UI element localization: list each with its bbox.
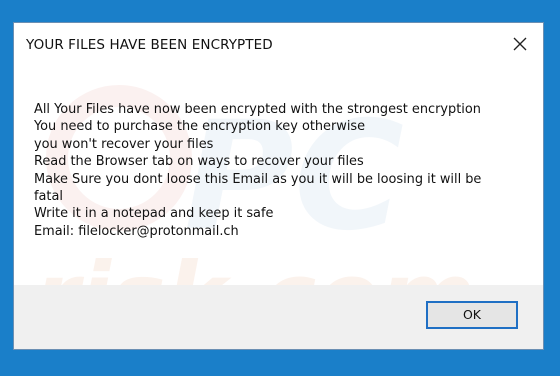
- message-body: All Your Files have now been encrypted w…: [34, 101, 534, 240]
- message-line: Email: filelocker@protonmail.ch: [34, 223, 239, 239]
- message-line: fatal: [34, 189, 63, 205]
- ransom-message-dialog: PC risk.com YOUR FILES HAVE BEEN ENCRYPT…: [13, 22, 544, 350]
- message-line: Write it in a notepad and keep it safe: [34, 206, 274, 222]
- desktop-background: PC risk.com YOUR FILES HAVE BEEN ENCRYPT…: [0, 0, 560, 376]
- title-bar[interactable]: YOUR FILES HAVE BEEN ENCRYPTED: [14, 23, 543, 65]
- close-button[interactable]: [509, 33, 531, 55]
- message-line: All Your Files have now been encrypted w…: [34, 102, 481, 117]
- message-line: Make Sure you dont loose this Email as y…: [34, 171, 482, 187]
- message-line: Read the Browser tab on ways to recover …: [34, 154, 364, 170]
- close-icon: [513, 37, 527, 51]
- message-line: you won't recover your files: [34, 136, 214, 152]
- ok-button[interactable]: OK: [426, 301, 518, 329]
- message-line: You need to purchase the encryption key …: [34, 119, 366, 135]
- dialog-footer: OK: [14, 285, 543, 349]
- dialog-title: YOUR FILES HAVE BEEN ENCRYPTED: [26, 37, 273, 53]
